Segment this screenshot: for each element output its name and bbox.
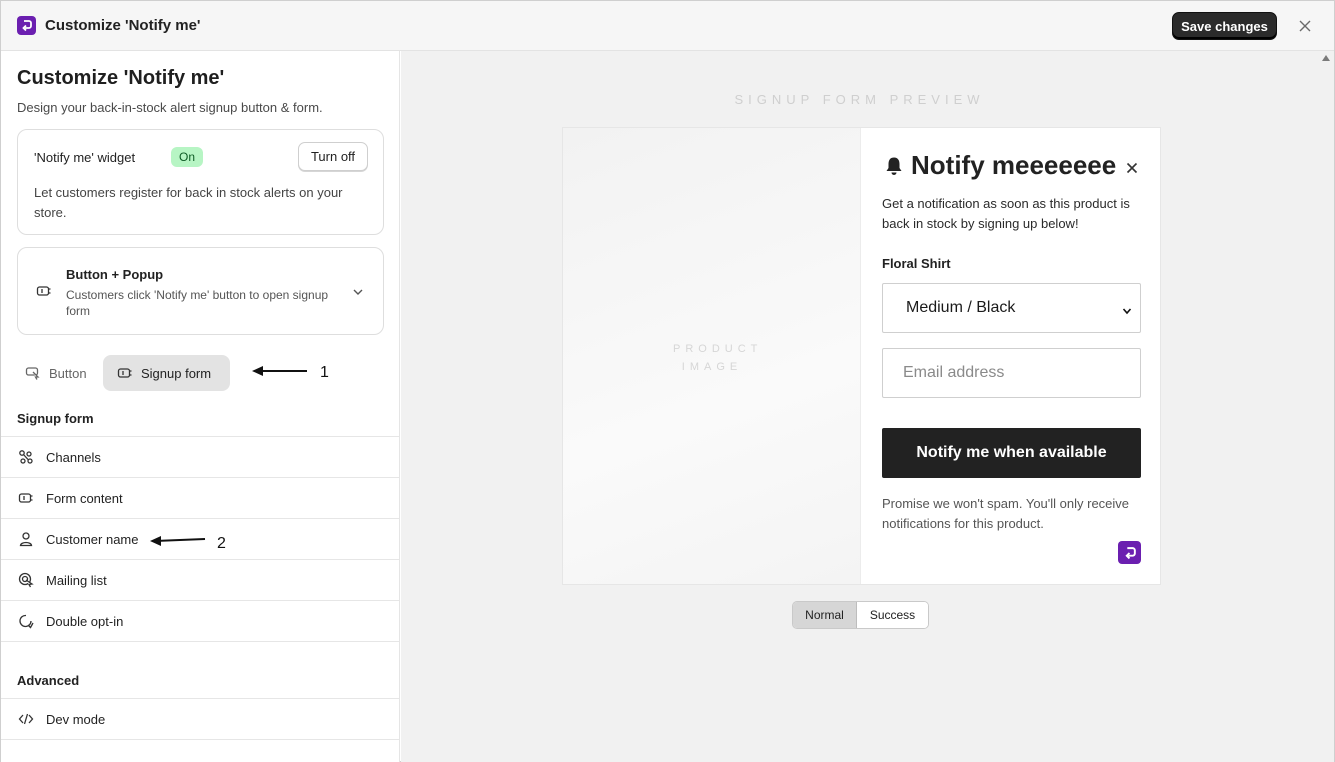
- preview-label: SIGNUP FORM PREVIEW: [734, 92, 985, 107]
- page-subtitle: Design your back-in-stock alert signup b…: [17, 100, 323, 115]
- tab-button-label: Button: [49, 365, 87, 381]
- double-opt-in-icon: [18, 613, 34, 629]
- divider: [1, 739, 399, 740]
- nav-item-label: Double opt-in: [46, 613, 124, 629]
- cursor-click-icon: [25, 365, 41, 381]
- annotation-arrow-1: [252, 366, 307, 376]
- product-name: Floral Shirt: [882, 256, 951, 271]
- channels-icon: [18, 449, 34, 465]
- annotation-number-2: 2: [217, 535, 226, 552]
- settings-panel: Customize 'Notify me' Design your back-i…: [1, 51, 400, 762]
- signup-form-heading: Signup form: [17, 411, 94, 426]
- chevron-down-icon: [351, 285, 365, 299]
- widget-label: 'Notify me' widget: [34, 150, 136, 165]
- form-content-icon: [18, 490, 34, 506]
- product-image-text: PRODUCT IMAGE: [673, 343, 763, 373]
- close-icon[interactable]: [1295, 16, 1315, 36]
- spam-note: Promise we won't spam. You'll only recei…: [882, 496, 1130, 531]
- tab-success[interactable]: Success: [857, 602, 928, 628]
- divider: [1, 641, 399, 642]
- tab-button[interactable]: Button: [17, 355, 99, 391]
- widget-description: Let customers register for back in stock…: [34, 185, 343, 220]
- notify-me-button[interactable]: Notify me when available: [882, 428, 1141, 478]
- app-window: Customize 'Notify me' Save changes Custo…: [0, 0, 1335, 762]
- bell-icon: [885, 156, 903, 176]
- tab-signup-form-label: Signup form: [141, 365, 212, 381]
- nav-item-double-opt-in[interactable]: Double opt-in: [1, 600, 399, 641]
- signup-form-preview: PRODUCT IMAGE Notify meeeeeee Get a noti…: [562, 127, 1161, 585]
- form-title: Notify meeeeeee: [911, 150, 1117, 180]
- nav-item-label: Dev mode: [46, 711, 106, 727]
- status-badge: On: [171, 147, 204, 167]
- page-title: Customize 'Notify me': [17, 67, 225, 89]
- nav-item-label: Form content: [46, 490, 123, 506]
- close-icon[interactable]: [1125, 161, 1139, 175]
- save-changes-button[interactable]: Save changes: [1172, 12, 1277, 40]
- app-logo-icon: [17, 16, 36, 35]
- tab-signup-form[interactable]: Signup form: [103, 355, 230, 391]
- code-icon: [18, 711, 34, 727]
- signup-form: Notify meeeeeee Get a notification as so…: [881, 128, 1143, 584]
- widget-card: 'Notify me' widget On Turn off Let custo…: [17, 129, 384, 235]
- person-icon: [18, 531, 34, 547]
- mode-title: Button + Popup: [66, 267, 164, 282]
- form-description: Get a notification as soon as this produ…: [882, 196, 1130, 231]
- nav-item-form-content[interactable]: Form content: [1, 477, 399, 518]
- variant-select-value: Medium / Black: [906, 299, 1016, 316]
- nav-item-label: Customer name: [46, 531, 139, 547]
- variant-select[interactable]: Medium / Black: [882, 283, 1141, 333]
- scroll-up-arrow-icon[interactable]: [1322, 55, 1330, 61]
- annotation-arrow-2: [150, 536, 206, 546]
- nav-item-label: Channels: [46, 449, 101, 465]
- preview-area: SIGNUP FORM PREVIEW PRODUCT IMAGE Notify…: [401, 51, 1334, 762]
- nav-item-mailing-list[interactable]: Mailing list: [1, 559, 399, 600]
- tab-normal[interactable]: Normal: [793, 602, 857, 628]
- brand-logo-icon[interactable]: [1118, 541, 1141, 564]
- mailing-list-icon: [18, 572, 34, 588]
- display-mode-dropdown[interactable]: Button + Popup Customers click 'Notify m…: [17, 247, 384, 335]
- annotation-number-1: 1: [320, 364, 329, 381]
- nav-item-dev-mode[interactable]: Dev mode: [1, 698, 399, 739]
- popup-icon: [117, 365, 133, 381]
- mode-description: Customers click 'Notify me' button to op…: [66, 288, 329, 318]
- turn-off-button[interactable]: Turn off: [298, 142, 368, 171]
- product-image-placeholder: PRODUCT IMAGE: [563, 128, 861, 584]
- title-bar: Customize 'Notify me' Save changes: [1, 1, 1334, 51]
- nav-item-label: Mailing list: [46, 572, 107, 588]
- email-input[interactable]: [882, 348, 1141, 398]
- chevron-down-icon: [1122, 303, 1132, 315]
- popup-icon: [36, 283, 52, 299]
- advanced-heading: Advanced: [17, 673, 80, 688]
- window-title: Customize 'Notify me': [45, 17, 201, 34]
- nav-item-channels[interactable]: Channels: [1, 436, 399, 477]
- preview-state-toggle: Normal Success: [792, 601, 929, 629]
